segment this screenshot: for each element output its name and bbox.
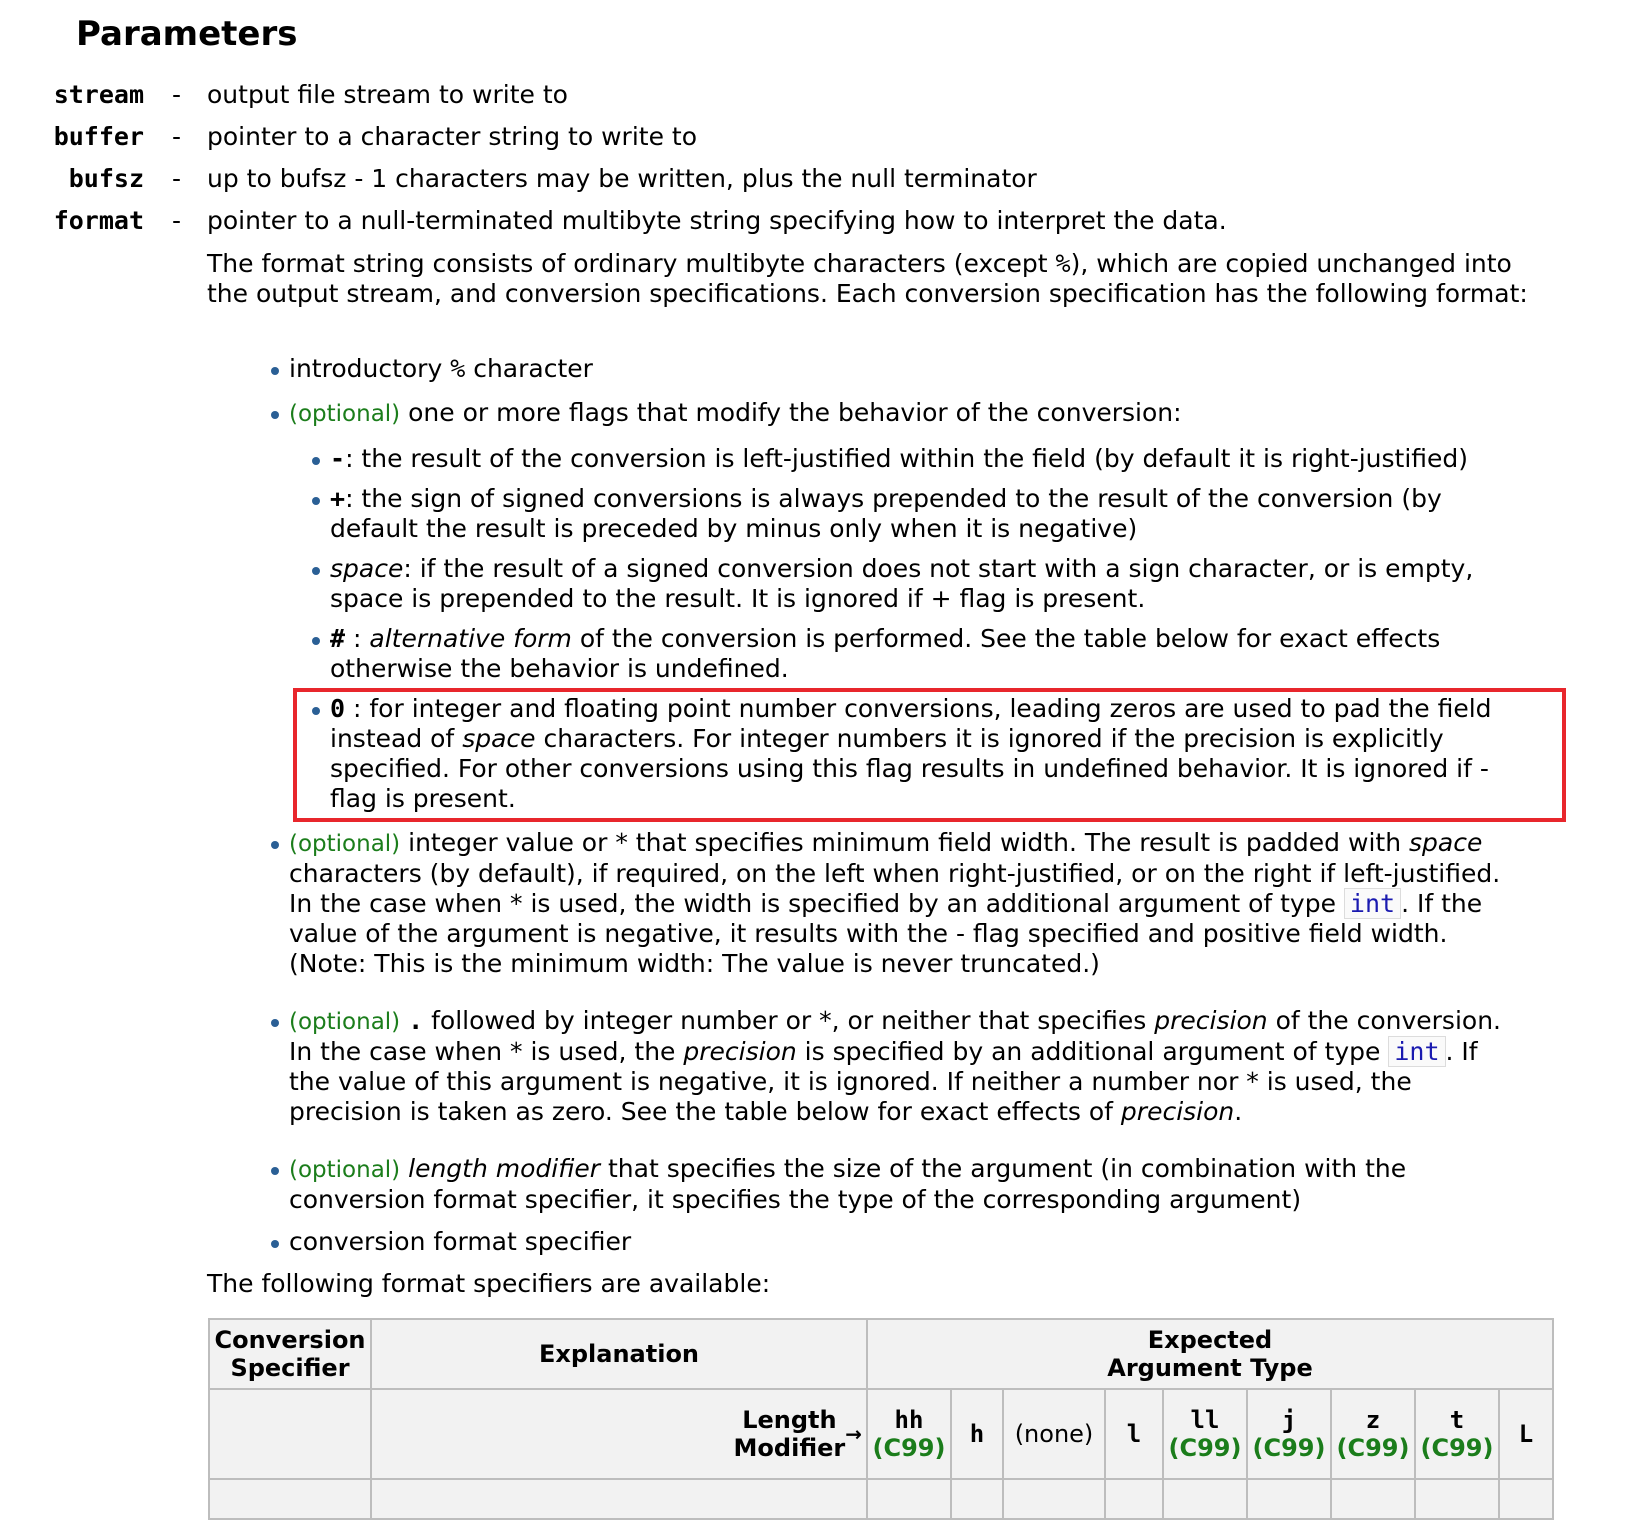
header-conversion-specifier: Conversion Specifier xyxy=(208,1318,372,1390)
mod-t: t (C99) xyxy=(1414,1388,1500,1480)
list-item-precision: (optional) . followed by integer number … xyxy=(271,1006,1501,1127)
bullet-icon xyxy=(312,707,320,715)
bullet-icon xyxy=(271,411,279,419)
bullet-icon xyxy=(271,1019,279,1027)
optional-label: (optional) xyxy=(289,1009,401,1035)
param-name-stream: stream xyxy=(53,80,144,109)
param-desc-buffer: pointer to a character string to write t… xyxy=(207,122,697,151)
bullet-icon xyxy=(271,1240,279,1248)
list-item-flag-minus: -: the result of the conversion is left-… xyxy=(312,444,1468,474)
right-arrow-icon: → xyxy=(845,1422,862,1446)
param-desc-bufsz: up to bufsz - 1 characters may be writte… xyxy=(207,164,1037,193)
bullet-icon xyxy=(312,497,320,505)
header-expected-argument-type: Expected Argument Type xyxy=(866,1318,1554,1390)
list-item-introductory: introductory % character xyxy=(271,354,593,384)
param-name-format: format xyxy=(53,206,144,235)
optional-label: (optional) xyxy=(289,401,401,427)
param-name-buffer: buffer xyxy=(53,122,144,151)
param-desc-format: pointer to a null-terminated multibyte s… xyxy=(207,206,1227,235)
table-header-row: Conversion Specifier Explanation Expected… xyxy=(208,1318,1554,1390)
list-item-flag-zero: 0 : for integer and floating point numbe… xyxy=(312,694,1492,814)
mod-hh: hh (C99) xyxy=(866,1388,952,1480)
page-title: Parameters xyxy=(76,14,298,54)
int-code: int xyxy=(1388,1036,1446,1067)
mod-z: z (C99) xyxy=(1330,1388,1416,1480)
optional-label: (optional) xyxy=(289,831,401,857)
bullet-icon xyxy=(312,457,320,465)
list-item-flag-space: space: if the result of a signed convers… xyxy=(312,554,1473,614)
bullet-icon xyxy=(312,637,320,645)
table-row xyxy=(208,1478,1554,1520)
list-item-flags: (optional) one or more flags that modify… xyxy=(271,398,1182,429)
bullet-icon xyxy=(271,1167,279,1175)
bullet-icon xyxy=(271,367,279,375)
list-item-flag-hash: # : alternative form of the conversion i… xyxy=(312,624,1440,684)
header-explanation: Explanation xyxy=(370,1318,868,1390)
param-name-bufsz: bufsz xyxy=(68,164,144,193)
optional-label: (optional) xyxy=(289,1157,401,1183)
mod-j: j (C99) xyxy=(1246,1388,1332,1480)
mod-h: h xyxy=(950,1388,1004,1480)
length-modifier-label: Length Modifier → xyxy=(370,1388,868,1480)
param-dash: - xyxy=(172,80,182,109)
list-item-flag-plus: +: the sign of signed conversions is alw… xyxy=(312,484,1442,544)
mod-l: l xyxy=(1104,1388,1164,1480)
table-length-modifier-row: Length Modifier → hh (C99) h (none) l ll (C9… xyxy=(208,1388,1554,1480)
list-item-width: (optional) integer value or * that speci… xyxy=(271,828,1500,979)
mod-L: L xyxy=(1498,1388,1554,1480)
bullet-icon xyxy=(271,841,279,849)
empty-cell xyxy=(208,1388,372,1480)
param-dash: - xyxy=(172,122,182,151)
bullet-icon xyxy=(312,567,320,575)
format-specifier-table: Conversion Specifier Explanation Expected… xyxy=(208,1318,1554,1520)
list-item-length: (optional) length modifier that specifie… xyxy=(271,1154,1406,1215)
int-code: int xyxy=(1343,888,1402,919)
param-dash: - xyxy=(172,206,182,235)
following-text: The following format specifiers are avai… xyxy=(207,1269,771,1298)
param-desc-stream: output file stream to write to xyxy=(207,80,568,109)
list-item-conversion: conversion format specifier xyxy=(271,1227,631,1257)
format-intro-paragraph: The format string consists of ordinary m… xyxy=(207,249,1528,308)
param-dash: - xyxy=(172,164,182,193)
mod-ll: ll (C99) xyxy=(1162,1388,1248,1480)
mod-none: (none) xyxy=(1002,1388,1106,1480)
percent-code: % xyxy=(1055,249,1071,278)
